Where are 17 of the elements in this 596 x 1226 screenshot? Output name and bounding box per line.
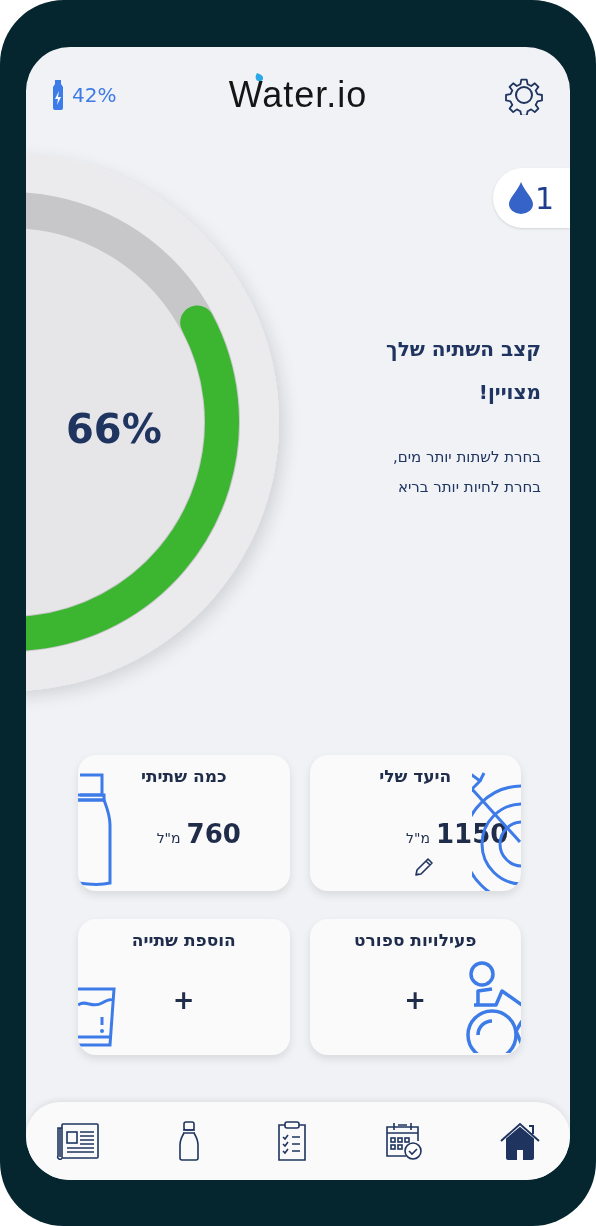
tile-card[interactable]: הוספת שתייה + (78, 919, 290, 1055)
amount-value: 760 (186, 818, 241, 851)
unit-label: מ"ל (406, 829, 430, 848)
status-headline: קצב השתיה שלך מצויין! (385, 336, 541, 406)
logo: Water.io (228, 75, 368, 115)
percent-reading: 66% (66, 405, 162, 454)
tile-card[interactable]: פעילויות ספורט + (309, 919, 521, 1055)
card-title: כמה שתיתי (140, 765, 227, 788)
add-button[interactable]: + (172, 981, 195, 1020)
card-title: פעילויות ספורט (354, 929, 477, 952)
reminder-badge[interactable]: 1 (493, 168, 570, 228)
unit-label: מ"ל (156, 829, 181, 848)
status-message: בחרת לשתות יותר מים, בחרת לחיות יותר בריא (391, 447, 541, 498)
add-button[interactable]: + (404, 981, 427, 1020)
battery-level: 42% (72, 82, 117, 109)
card-title: היעד שלי (379, 765, 452, 788)
card-title: הוספת שתייה (131, 929, 236, 952)
